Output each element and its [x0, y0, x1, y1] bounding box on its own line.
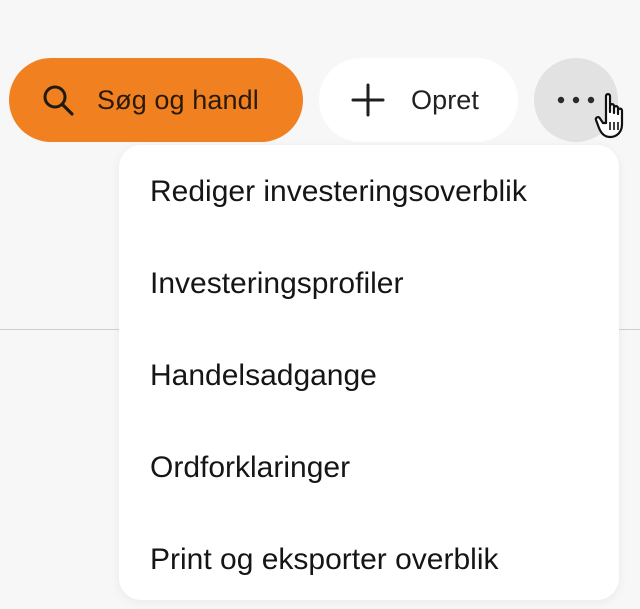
menu-item-glossary[interactable]: Ordforklaringer: [119, 422, 619, 514]
menu-item-label: Ordforklaringer: [150, 451, 351, 484]
menu-item-label: Investeringsprofiler: [150, 267, 404, 300]
create-label: Opret: [411, 84, 480, 115]
menu-item-print-and-export[interactable]: Print og eksporter overblik: [119, 514, 619, 606]
menu-item-label: Handelsadgange: [150, 359, 377, 392]
more-horizontal-icon: [556, 95, 596, 105]
search-and-trade-label: Søg og handl: [97, 84, 259, 115]
more-options-menu: Rediger investeringsoverblik Investering…: [119, 145, 619, 600]
menu-item-investment-profiles[interactable]: Investeringsprofiler: [119, 238, 619, 330]
search-icon: [41, 83, 75, 117]
menu-item-label: Rediger investeringsoverblik: [150, 175, 527, 208]
menu-item-trading-access[interactable]: Handelsadgange: [119, 330, 619, 422]
menu-item-edit-investment-overview[interactable]: Rediger investeringsoverblik: [119, 146, 619, 238]
create-button[interactable]: Opret: [319, 58, 518, 142]
menu-item-label: Print og eksporter overblik: [150, 543, 499, 576]
search-and-trade-button[interactable]: Søg og handl: [9, 58, 303, 142]
plus-icon: [351, 83, 385, 117]
more-options-button[interactable]: [534, 58, 618, 142]
